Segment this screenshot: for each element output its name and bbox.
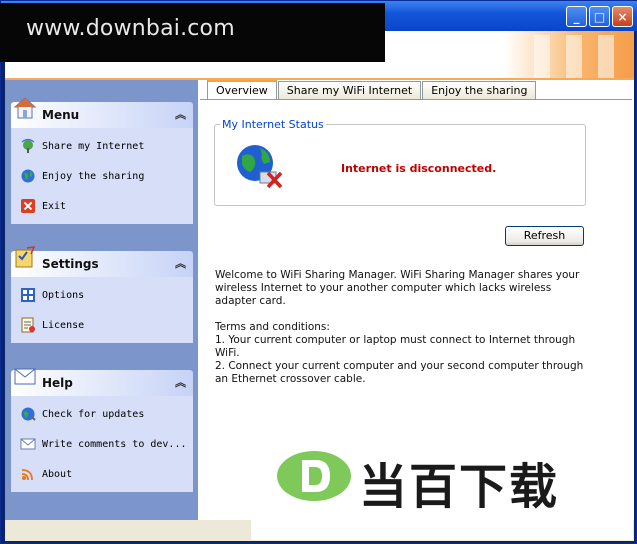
maximize-button[interactable]: □ xyxy=(589,6,610,27)
tab-strip: Overview Share my WiFi Internet Enjoy th… xyxy=(207,80,537,100)
globe-disconnected-icon xyxy=(237,145,283,189)
status-message: Internet is disconnected. xyxy=(341,162,497,175)
group-header-menu[interactable]: Menu ︽ xyxy=(11,97,193,128)
sidebar-item-label: Enjoy the sharing xyxy=(42,170,145,182)
sidebar-item-check-updates[interactable]: Check for updates xyxy=(11,399,193,429)
group-title: Help xyxy=(42,376,73,390)
sidebar-item-label: Write comments to dev... xyxy=(42,438,187,450)
close-button[interactable]: × xyxy=(612,6,633,27)
sidebar: Menu ︽ Share my Internet Enjoy the shari… xyxy=(5,80,198,520)
welcome-text: Welcome to WiFi Sharing Manager. WiFi Sh… xyxy=(215,269,580,307)
sidebar-item-options[interactable]: Options xyxy=(11,280,193,310)
sidebar-item-exit[interactable]: Exit xyxy=(11,191,193,221)
watermark-top: www.downbai.com xyxy=(0,3,385,62)
refresh-button[interactable]: Refresh xyxy=(505,226,584,246)
collapse-chevron-icon[interactable]: ︽ xyxy=(175,106,186,122)
status-legend: My Internet Status xyxy=(220,118,326,131)
watermark-url: www.downbai.com xyxy=(26,16,235,41)
minimize-button[interactable]: _ xyxy=(566,6,587,27)
group-title: Menu xyxy=(42,108,80,122)
collapse-chevron-icon[interactable]: ︽ xyxy=(175,255,186,271)
tab-overview[interactable]: Overview xyxy=(207,80,277,100)
group-header-help[interactable]: Help ︽ xyxy=(11,368,193,396)
term-item: 1. Your current computer or laptop must … xyxy=(215,334,576,359)
update-icon xyxy=(21,407,36,421)
sidebar-group-help: Help ︽ Check for updates Write comments … xyxy=(11,368,193,492)
sidebar-group-settings: Settings ︽ Options License xyxy=(11,246,193,343)
watermark-logo-icon xyxy=(277,451,351,501)
options-icon xyxy=(21,288,35,302)
description-text: Welcome to WiFi Sharing Manager. WiFi Sh… xyxy=(215,269,595,386)
share-icon xyxy=(21,138,35,153)
home-icon xyxy=(13,97,37,119)
about-icon xyxy=(21,469,33,481)
mail-icon xyxy=(20,438,36,450)
tab-share-wifi[interactable]: Share my WiFi Internet xyxy=(277,81,422,99)
group-title: Settings xyxy=(42,257,99,271)
globe-icon xyxy=(21,169,35,183)
sidebar-item-write-comments[interactable]: Write comments to dev... xyxy=(11,429,193,459)
banner-art xyxy=(504,31,634,79)
tab-divider xyxy=(200,99,632,100)
sidebar-item-label: About xyxy=(42,468,73,480)
sidebar-item-label: Check for updates xyxy=(42,408,145,420)
license-icon xyxy=(21,317,35,333)
sidebar-item-label: Options xyxy=(42,289,85,301)
terms-title: Terms and conditions: xyxy=(215,321,330,333)
sidebar-item-enjoy-sharing[interactable]: Enjoy the sharing xyxy=(11,161,193,191)
help-icon xyxy=(14,368,36,385)
sidebar-item-label: Exit xyxy=(42,200,67,212)
group-header-settings[interactable]: Settings ︽ xyxy=(11,246,193,277)
tab-enjoy-sharing[interactable]: Enjoy the sharing xyxy=(422,81,537,99)
sidebar-item-label: Share my Internet xyxy=(42,140,145,152)
watermark-bottom: 当百下载 xyxy=(251,425,633,540)
watermark-text: 当百下载 xyxy=(359,459,560,515)
sidebar-group-menu: Menu ︽ Share my Internet Enjoy the shari… xyxy=(11,97,193,224)
sidebar-item-label: License xyxy=(42,319,85,331)
sidebar-item-license[interactable]: License xyxy=(11,310,193,340)
settings-icon xyxy=(15,246,36,268)
sidebar-item-share-internet[interactable]: Share my Internet xyxy=(11,131,193,161)
internet-status-group: My Internet Status Internet is disconnec… xyxy=(214,118,586,206)
sidebar-item-about[interactable]: About xyxy=(11,459,193,489)
exit-icon xyxy=(21,199,35,213)
collapse-chevron-icon[interactable]: ︽ xyxy=(175,374,186,390)
term-item: 2. Connect your current computer and you… xyxy=(215,360,584,385)
